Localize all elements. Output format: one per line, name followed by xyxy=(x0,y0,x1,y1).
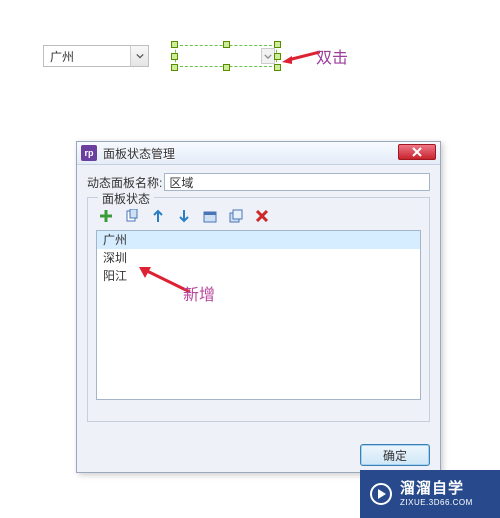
region-dropdown[interactable]: 广州 xyxy=(43,45,149,67)
arrow-up-icon[interactable] xyxy=(150,208,166,224)
delete-icon[interactable] xyxy=(254,208,270,224)
resize-handle[interactable] xyxy=(223,41,230,48)
resize-handle[interactable] xyxy=(171,53,178,60)
play-icon xyxy=(370,483,392,505)
groupbox-legend: 面板状态 xyxy=(98,190,154,207)
app-icon: rp xyxy=(81,145,97,161)
add-icon[interactable] xyxy=(98,208,114,224)
arrow-down-icon[interactable] xyxy=(176,208,192,224)
edit-icon[interactable] xyxy=(202,208,218,224)
selected-widget[interactable] xyxy=(175,45,277,67)
name-field-row: 动态面板名称: xyxy=(87,173,430,191)
annotation-doubleclick: 双击 xyxy=(316,44,348,68)
dialog-titlebar[interactable]: rp 面板状态管理 xyxy=(77,142,440,165)
name-field-label: 动态面板名称: xyxy=(87,174,162,191)
resize-handle[interactable] xyxy=(171,41,178,48)
states-groupbox: 面板状态 xyxy=(87,197,430,422)
resize-handle[interactable] xyxy=(171,64,178,71)
list-item[interactable]: 广州 xyxy=(97,231,420,249)
dialog-body: 动态面板名称: 面板状态 xyxy=(77,165,440,422)
watermark: 溜溜自学 ZIXUE.3D66.COM xyxy=(360,470,500,518)
states-listbox[interactable]: 广州 深圳 阳江 xyxy=(96,230,421,400)
ok-button-label: 确定 xyxy=(383,447,407,464)
watermark-sub: ZIXUE.3D66.COM xyxy=(400,499,473,507)
close-button[interactable] xyxy=(398,144,436,160)
panel-name-input[interactable] xyxy=(164,173,430,191)
dialog-footer: 确定 xyxy=(360,444,430,466)
states-toolbar xyxy=(96,204,421,230)
chevron-down-icon[interactable] xyxy=(130,46,148,66)
copy-icon[interactable] xyxy=(124,208,140,224)
region-dropdown-value: 广州 xyxy=(44,48,130,65)
chevron-down-icon xyxy=(261,48,275,64)
panel-state-dialog: rp 面板状态管理 动态面板名称: 面板状态 xyxy=(76,141,441,473)
ok-button[interactable]: 确定 xyxy=(360,444,430,466)
annotation-addnew: 新增 xyxy=(183,281,215,305)
watermark-title: 溜溜自学 xyxy=(400,481,473,496)
resize-handle[interactable] xyxy=(223,64,230,71)
resize-handle[interactable] xyxy=(274,41,281,48)
dialog-title: 面板状态管理 xyxy=(103,145,175,162)
arrow-annotation-icon xyxy=(280,48,320,66)
duplicate-icon[interactable] xyxy=(228,208,244,224)
